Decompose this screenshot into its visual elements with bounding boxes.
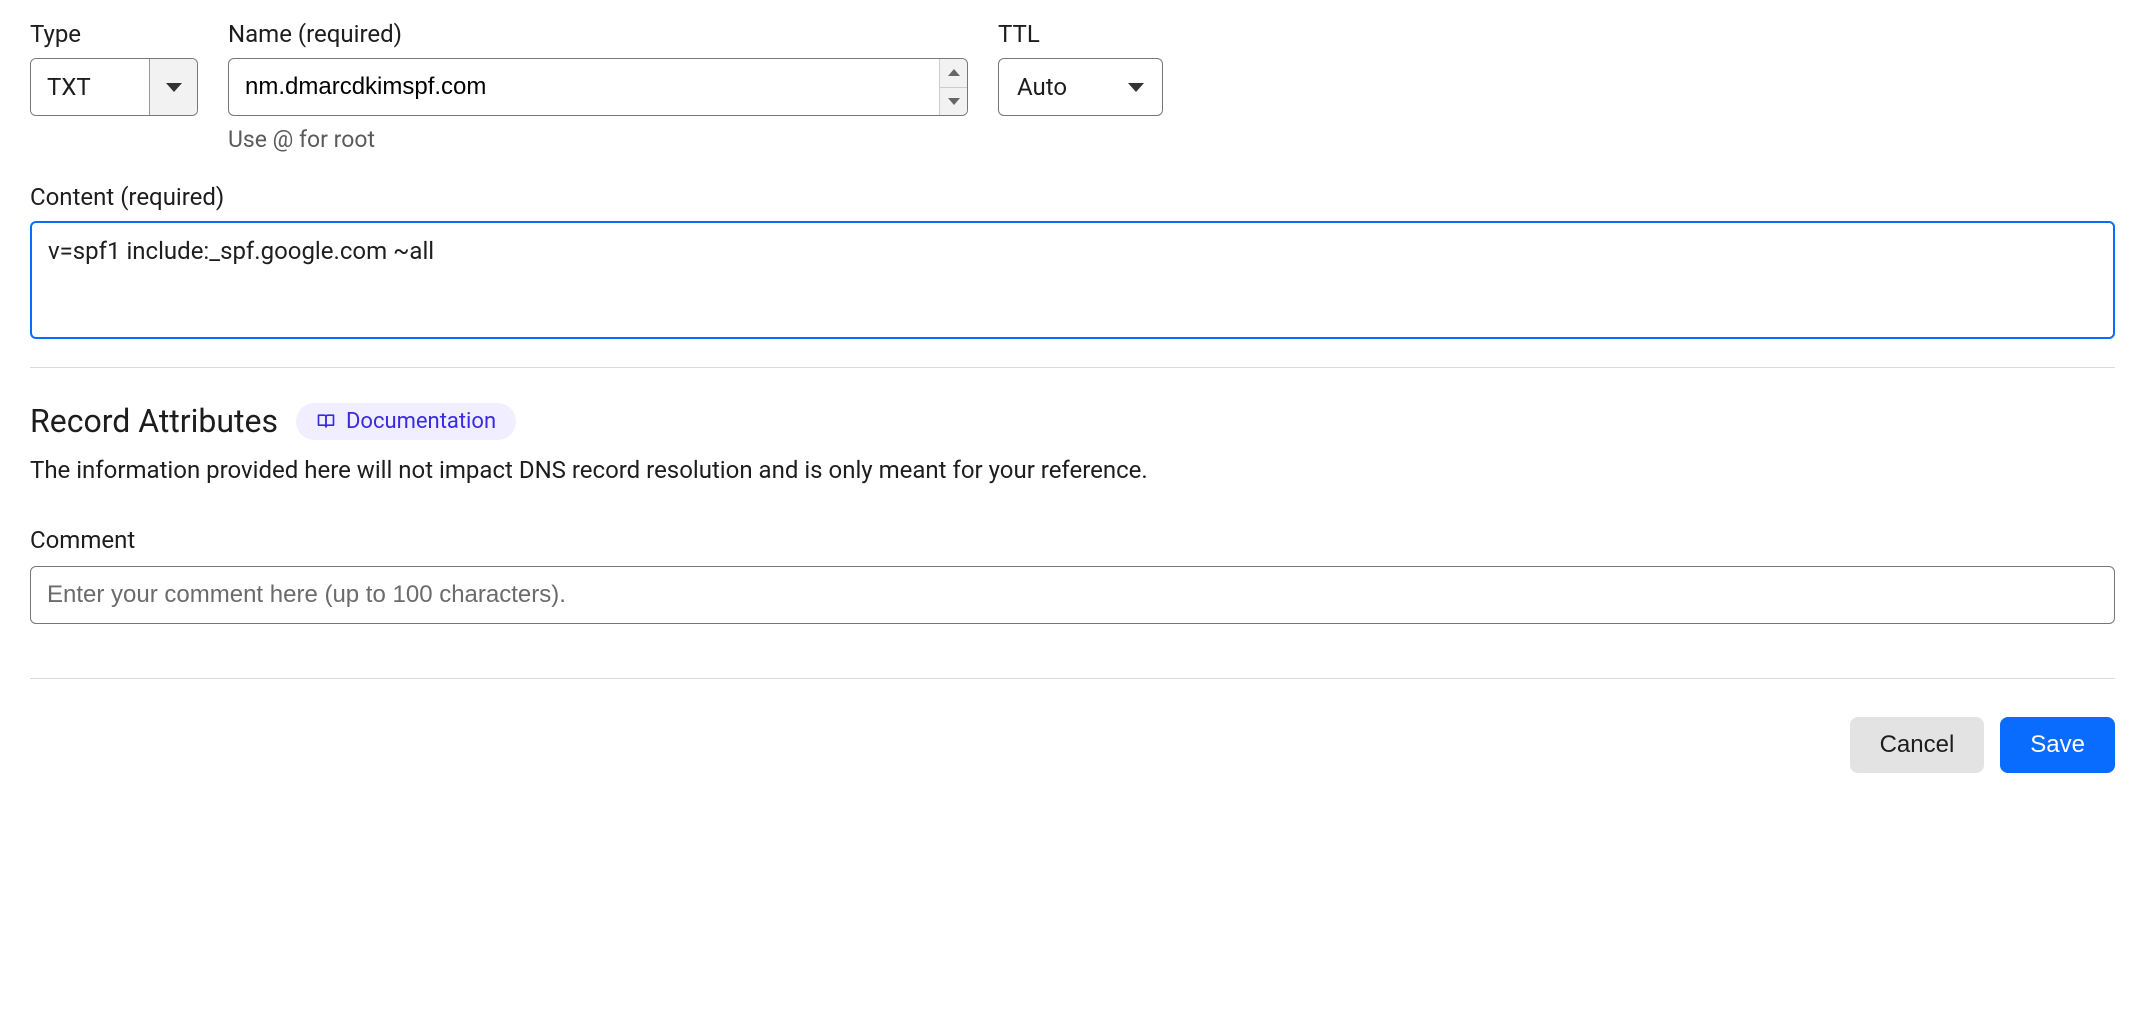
footer-divider	[30, 678, 2115, 679]
save-button[interactable]: Save	[2000, 717, 2115, 773]
comment-label: Comment	[30, 526, 2115, 554]
documentation-label: Documentation	[346, 409, 496, 434]
content-label: Content (required)	[30, 183, 2115, 211]
comment-input[interactable]	[30, 566, 2115, 624]
record-attributes-section: Record Attributes Documentation The info…	[30, 402, 2115, 624]
record-attributes-title: Record Attributes	[30, 402, 278, 440]
name-step-up[interactable]	[940, 59, 967, 88]
type-value: TXT	[31, 59, 149, 115]
cancel-button[interactable]: Cancel	[1850, 717, 1985, 773]
comment-field: Comment	[30, 526, 2115, 624]
name-stepper	[939, 59, 967, 115]
ttl-label: TTL	[998, 20, 1163, 48]
type-label: Type	[30, 20, 198, 48]
chevron-down-icon	[1128, 83, 1144, 92]
record-attributes-description: The information provided here will not i…	[30, 452, 2115, 488]
content-textarea[interactable]	[30, 221, 2115, 339]
name-step-down[interactable]	[940, 88, 967, 116]
triangle-down-icon	[948, 98, 960, 105]
name-field: Name (required) Use @ for root	[228, 20, 968, 153]
ttl-field: TTL Auto	[998, 20, 1163, 116]
documentation-link[interactable]: Documentation	[296, 403, 516, 440]
content-field: Content (required)	[30, 183, 2115, 339]
name-hint: Use @ for root	[228, 126, 968, 153]
name-input-wrap	[228, 58, 968, 116]
chevron-down-icon	[166, 83, 182, 92]
triangle-up-icon	[948, 69, 960, 76]
footer-actions: Cancel Save	[30, 717, 2115, 773]
ttl-select[interactable]: Auto	[998, 58, 1163, 116]
name-input[interactable]	[229, 59, 939, 115]
ttl-value: Auto	[1017, 73, 1067, 101]
type-dropdown-button[interactable]	[149, 59, 197, 115]
type-select[interactable]: TXT	[30, 58, 198, 116]
section-divider	[30, 367, 2115, 368]
name-label: Name (required)	[228, 20, 968, 48]
book-icon	[316, 411, 336, 431]
type-field: Type TXT	[30, 20, 198, 116]
